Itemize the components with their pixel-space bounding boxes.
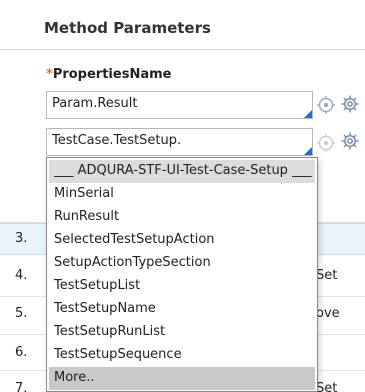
dropdown-group-header: ___ ADQURA-STF-UI-Test-Case-Setup ___: [49, 160, 315, 183]
row-number: 7.: [15, 381, 28, 392]
properties-name-input[interactable]: Param.Result: [46, 91, 313, 119]
gear-icon[interactable]: [340, 131, 360, 151]
dropdown-item[interactable]: TestSetupList: [49, 275, 315, 298]
dropdown-item[interactable]: TestSetupSequence: [49, 344, 315, 367]
properties-name-input-2[interactable]: TestCase.TestSetup.: [46, 128, 313, 156]
field-label-text: PropertiesName: [52, 67, 172, 82]
required-marker: *: [46, 67, 53, 82]
row-value-fragment: ove: [316, 306, 340, 321]
properties-name-label: *PropertiesName: [46, 67, 171, 82]
gear-icon[interactable]: [340, 94, 360, 114]
autocomplete-dropdown[interactable]: ___ ADQURA-STF-UI-Test-Case-Setup ___ Mi…: [46, 157, 318, 392]
dropdown-item[interactable]: RunResult: [49, 206, 315, 229]
input-value: Param.Result: [52, 96, 138, 111]
row-number: 5.: [15, 306, 28, 321]
row-number: 4.: [15, 268, 28, 283]
autocomplete-corner-icon: [304, 147, 312, 155]
row-value-fragment: Set: [316, 381, 338, 392]
crosshair-icon[interactable]: [316, 95, 336, 115]
panel-header: Method Parameters: [0, 0, 365, 50]
autocomplete-corner-icon: [304, 110, 312, 118]
dropdown-item[interactable]: SelectedTestSetupAction: [49, 229, 315, 252]
row-value-fragment: Set: [316, 268, 338, 283]
dropdown-more-item[interactable]: More..: [49, 367, 315, 390]
dropdown-item[interactable]: MinSerial: [49, 183, 315, 206]
crosshair-icon[interactable]: [316, 133, 336, 153]
row-number: 3.: [15, 231, 28, 246]
dropdown-item[interactable]: SetupActionTypeSection: [49, 252, 315, 275]
dropdown-item[interactable]: TestSetupRunList: [49, 321, 315, 344]
input-value: TestCase.TestSetup.: [52, 133, 182, 148]
row-number: 6.: [15, 345, 28, 360]
page-title: Method Parameters: [44, 19, 211, 37]
dropdown-item[interactable]: TestSetupName: [49, 298, 315, 321]
